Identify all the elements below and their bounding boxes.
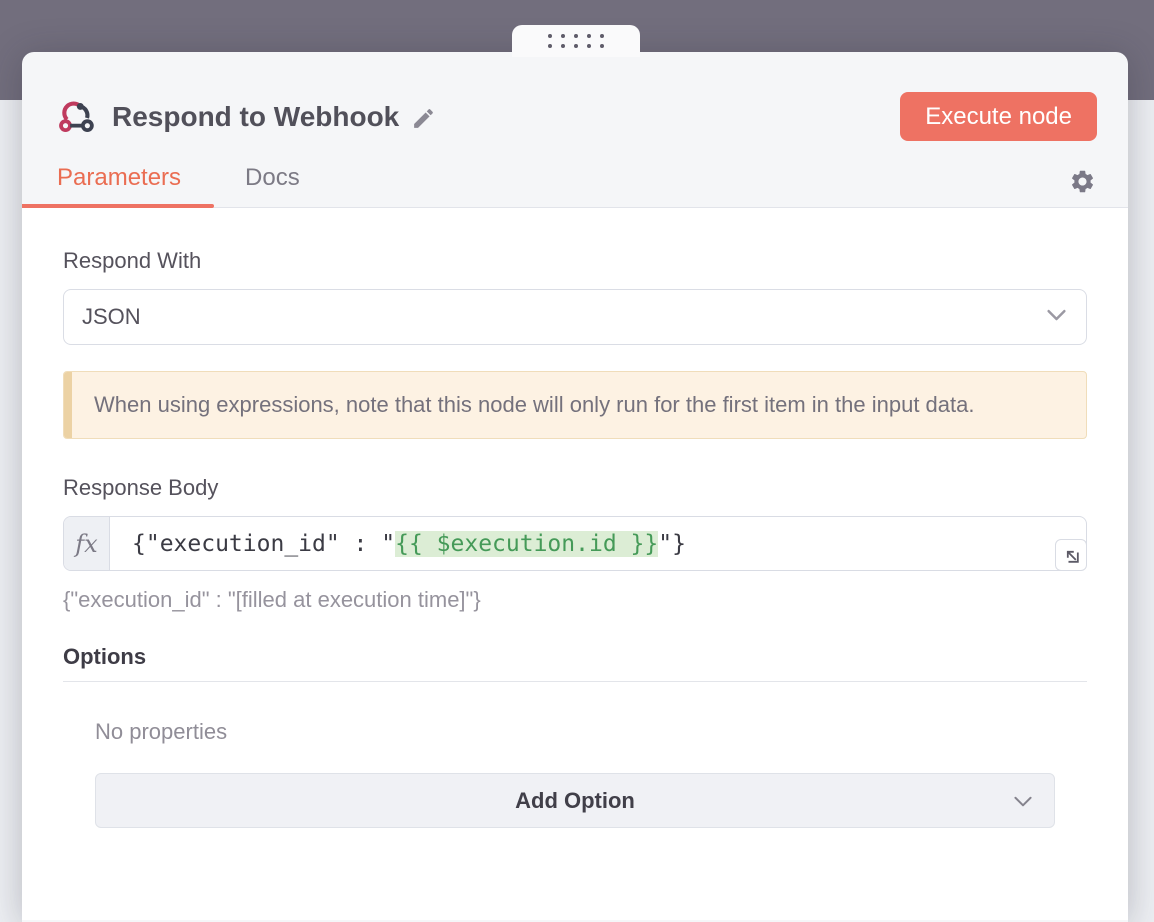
expand-expression-icon[interactable]	[1055, 539, 1087, 571]
tab-docs[interactable]: Docs	[245, 164, 300, 207]
drag-dots	[548, 34, 604, 38]
gear-icon[interactable]	[1069, 168, 1096, 207]
modal-header: Respond to Webhook Execute node	[22, 52, 1128, 141]
tab-parameters[interactable]: Parameters	[57, 164, 181, 207]
parameters-panel: Respond With JSON When using expressions…	[22, 208, 1128, 920]
node-settings-modal: Respond to Webhook Execute node Paramete…	[22, 52, 1128, 922]
notice-callout: When using expressions, note that this n…	[63, 371, 1087, 439]
notice-accent-bar	[64, 372, 72, 438]
options-heading: Options	[63, 644, 1087, 682]
code-before: {"execution_id" : "	[132, 531, 395, 557]
chevron-down-icon	[1043, 301, 1070, 333]
respond-with-label: Respond With	[63, 248, 1087, 274]
add-option-label: Add Option	[515, 788, 635, 814]
tab-bar: Parameters Docs	[22, 160, 1128, 208]
fx-badge: fx	[64, 517, 110, 570]
add-option-button[interactable]: Add Option	[95, 773, 1055, 828]
pencil-icon[interactable]	[411, 106, 436, 131]
expression-token: {{ $execution.id }}	[395, 531, 658, 557]
notice-text: When using expressions, note that this n…	[72, 372, 998, 438]
modal-drag-handle[interactable]	[512, 25, 640, 57]
options-empty-text: No properties	[95, 719, 1087, 745]
response-body-label: Response Body	[63, 475, 1087, 501]
node-title: Respond to Webhook	[112, 101, 399, 133]
respond-with-select[interactable]: JSON	[63, 289, 1087, 345]
execute-node-button[interactable]: Execute node	[900, 92, 1097, 141]
webhook-icon	[58, 99, 96, 134]
expression-code[interactable]: {"execution_id" : "{{ $execution.id }}"}	[110, 517, 686, 570]
chevron-down-icon	[1010, 788, 1036, 820]
respond-with-value: JSON	[82, 304, 141, 330]
expression-preview: {"execution_id" : "[filled at execution …	[63, 587, 1087, 613]
response-body-expression-field[interactable]: fx {"execution_id" : "{{ $execution.id }…	[63, 516, 1087, 571]
drag-dots	[548, 44, 604, 48]
code-after: "}	[658, 531, 686, 557]
